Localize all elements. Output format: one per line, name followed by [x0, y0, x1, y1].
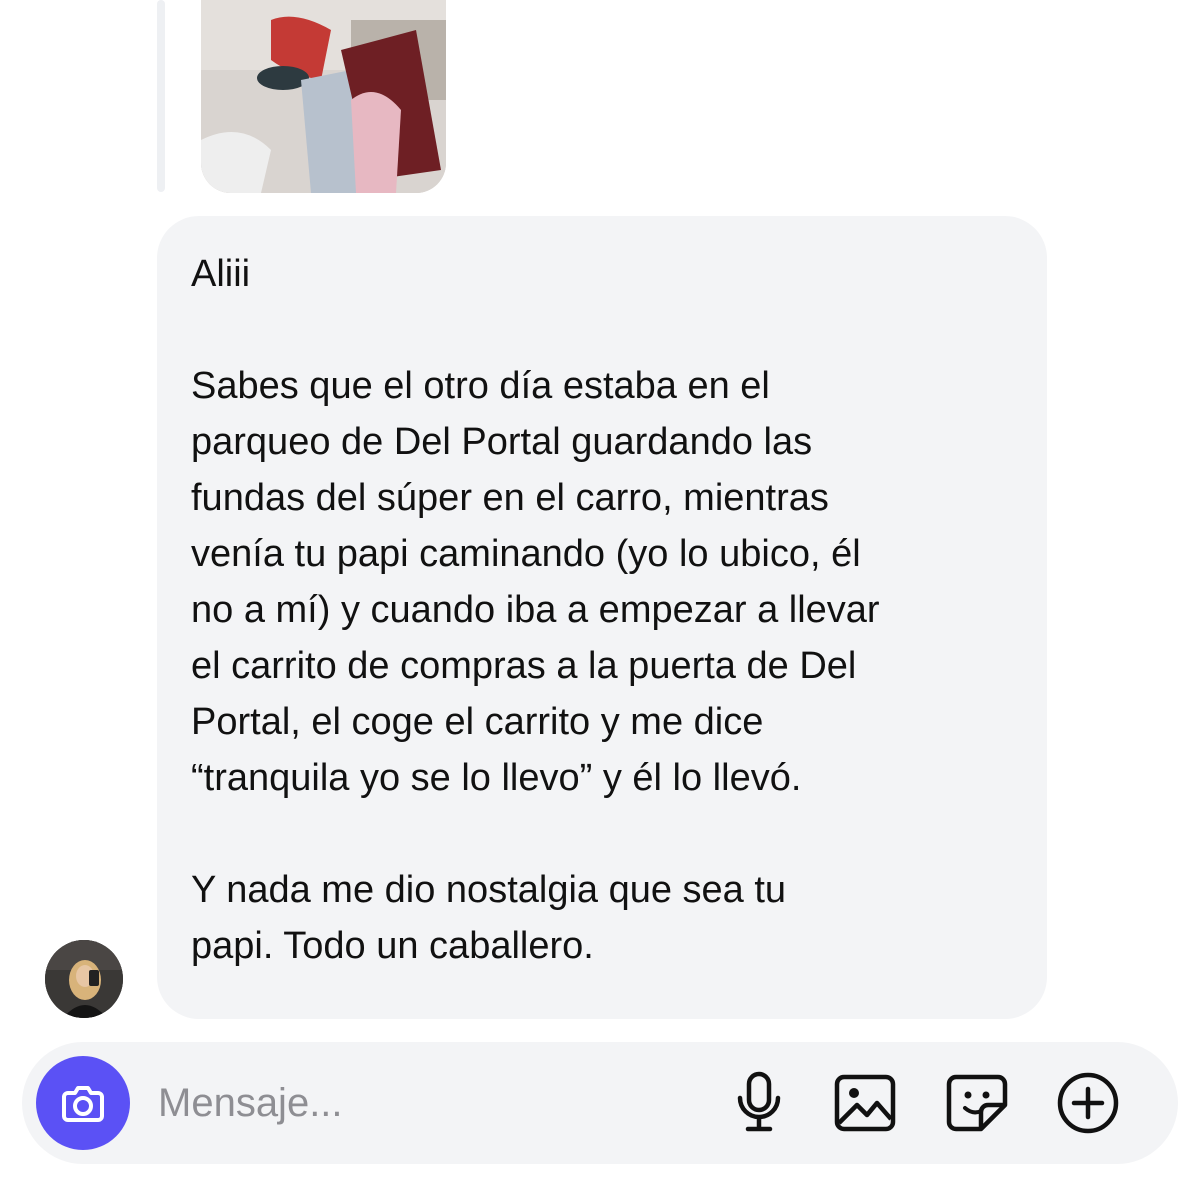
avatar-photo — [45, 940, 123, 1018]
message-input[interactable] — [158, 1072, 698, 1134]
message-bubble[interactable]: Aliii Sabes que el otro día estaba en el… — [157, 216, 1047, 1019]
reply-thread-line — [157, 0, 165, 192]
chat-thread: Aliii Sabes que el otro día estaba en el… — [0, 0, 1200, 1200]
image-gallery-icon — [834, 1074, 896, 1132]
message-composer — [22, 1042, 1178, 1164]
voice-message-button[interactable] — [726, 1070, 792, 1136]
camera-button[interactable] — [36, 1056, 130, 1150]
add-button[interactable] — [1055, 1070, 1121, 1136]
message-greeting: Aliii — [191, 253, 251, 295]
sender-avatar[interactable] — [45, 940, 123, 1018]
microphone-icon — [737, 1071, 781, 1132]
sticker-icon — [946, 1074, 1008, 1132]
message-closing: Y nada me dio nostalgia que sea tu papi.… — [191, 869, 787, 967]
shared-photo[interactable] — [201, 0, 446, 193]
message-body: Sabes que el otro día estaba en el parqu… — [191, 365, 880, 799]
gallery-button[interactable] — [832, 1070, 898, 1136]
camera-icon — [62, 1086, 104, 1122]
shared-photo-image — [201, 0, 446, 193]
plus-circle-icon — [1057, 1072, 1119, 1134]
sticker-button[interactable] — [944, 1070, 1010, 1136]
